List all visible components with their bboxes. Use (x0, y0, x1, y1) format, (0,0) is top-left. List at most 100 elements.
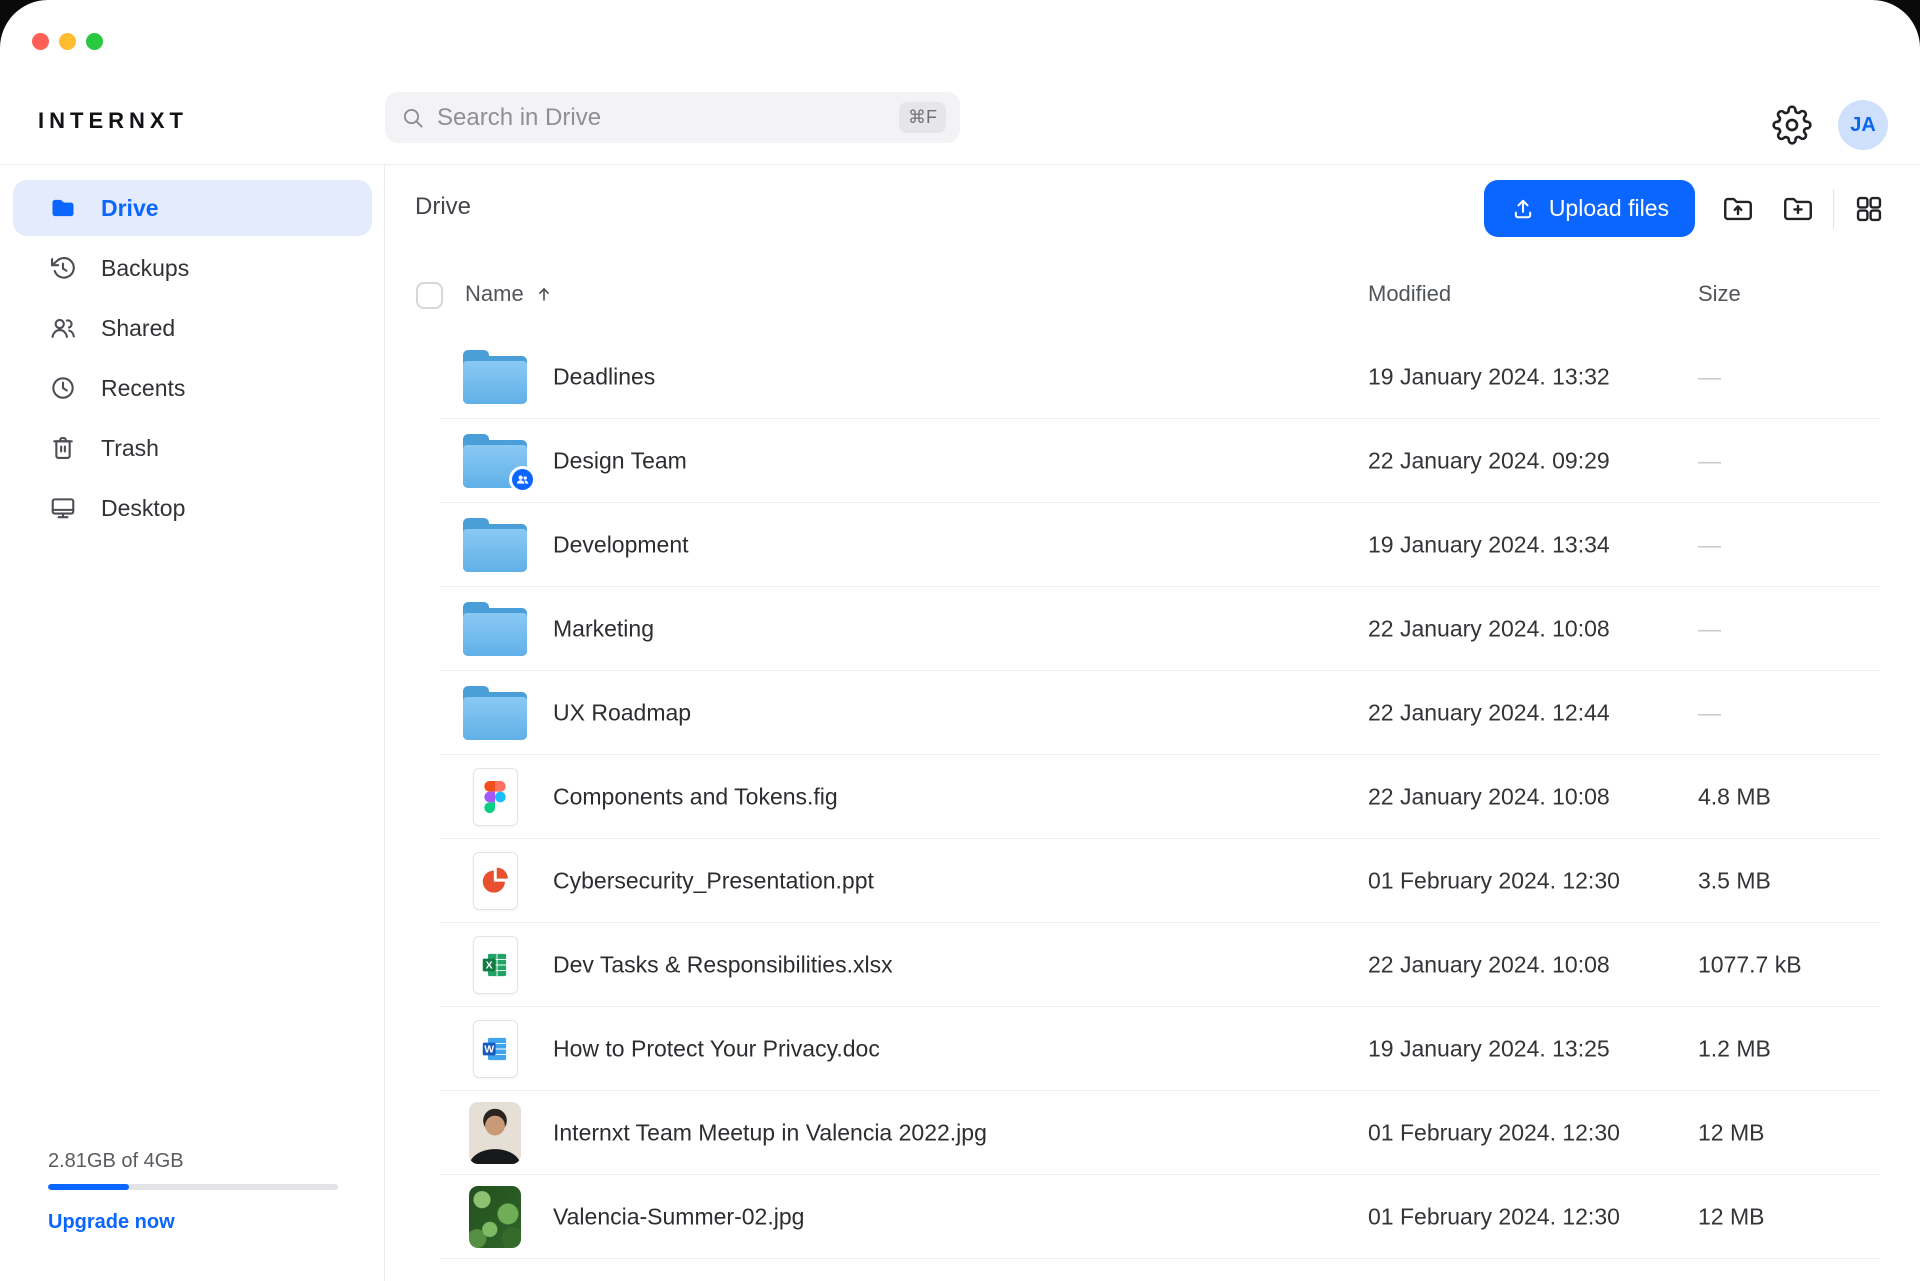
upload-folder-button[interactable] (1721, 192, 1755, 226)
row-modified: 22 January 2024. 09:29 (1368, 447, 1610, 474)
photo-thumbnail-portrait (450, 1091, 540, 1175)
clock-icon (49, 374, 77, 402)
row-size: 1077.7 kB (1698, 951, 1802, 978)
drive-folder-icon (49, 194, 77, 222)
shared-badge-icon (509, 466, 536, 493)
column-header-name[interactable]: Name (465, 281, 554, 307)
search-input[interactable] (437, 104, 899, 132)
sidebar-item-label: Recents (101, 375, 185, 402)
folder-icon (450, 503, 540, 587)
table-row[interactable]: Components and Tokens.fig 22 January 202… (440, 755, 1880, 839)
column-header-size[interactable]: Size (1698, 281, 1741, 307)
storage-usage-label: 2.81GB of 4GB (48, 1150, 338, 1173)
people-icon (49, 314, 77, 342)
select-all-checkbox[interactable] (416, 282, 443, 309)
svg-text:W: W (484, 1044, 494, 1056)
row-name: Design Team (553, 447, 687, 474)
table-row[interactable]: UX Roadmap 22 January 2024. 12:44 — (440, 671, 1880, 755)
column-header-modified[interactable]: Modified (1368, 281, 1451, 307)
row-size: 1.2 MB (1698, 1035, 1771, 1062)
user-avatar[interactable]: JA (1838, 100, 1888, 150)
sort-ascending-icon (534, 284, 554, 304)
row-size: — (1698, 615, 1721, 642)
storage-progress-fill (48, 1184, 129, 1190)
sidebar-item-drive[interactable]: Drive (13, 180, 372, 236)
desktop-icon (49, 494, 77, 522)
presentation-file-icon (450, 839, 540, 923)
table-row[interactable]: X Dev Tasks & Responsibilities.xlsx 22 J… (440, 923, 1880, 1007)
row-size: — (1698, 699, 1721, 726)
excel-file-icon: X (450, 923, 540, 1007)
search-shortcut-badge: ⌘F (899, 102, 946, 133)
row-modified: 19 January 2024. 13:32 (1368, 363, 1610, 390)
new-folder-button[interactable] (1781, 192, 1815, 226)
window-controls (32, 33, 103, 50)
row-name: Valencia-Summer-02.jpg (553, 1203, 804, 1230)
row-name: Components and Tokens.fig (553, 783, 838, 810)
row-size: 3.5 MB (1698, 867, 1771, 894)
row-name: Deadlines (553, 363, 655, 390)
sidebar-item-backups[interactable]: Backups (13, 240, 372, 296)
table-row[interactable]: Deadlines 19 January 2024. 13:32 — (440, 335, 1880, 419)
row-name: Cybersecurity_Presentation.ppt (553, 867, 874, 894)
upload-files-button[interactable]: Upload files (1484, 180, 1695, 237)
row-size: — (1698, 363, 1721, 390)
trash-icon (49, 434, 77, 462)
sidebar-item-label: Trash (101, 435, 159, 462)
row-size: — (1698, 531, 1721, 558)
folder-upload-icon (1721, 192, 1755, 226)
sidebar-item-label: Drive (101, 195, 159, 222)
storage-widget: 2.81GB of 4GB Upgrade now (48, 1150, 338, 1234)
upgrade-now-link[interactable]: Upgrade now (48, 1211, 338, 1234)
row-modified: 22 January 2024. 12:44 (1368, 699, 1610, 726)
row-name: UX Roadmap (553, 699, 691, 726)
table-row[interactable]: Design Team 22 January 2024. 09:29 — (440, 419, 1880, 503)
table-row[interactable]: Cybersecurity_Presentation.ppt 01 Februa… (440, 839, 1880, 923)
search-bar[interactable]: ⌘F (385, 92, 960, 143)
row-modified: 19 January 2024. 13:25 (1368, 1035, 1610, 1062)
photo-thumbnail-leaves (450, 1175, 540, 1259)
folder-icon (450, 671, 540, 755)
close-window-button[interactable] (32, 33, 49, 50)
sidebar-item-trash[interactable]: Trash (13, 420, 372, 476)
minimize-window-button[interactable] (59, 33, 76, 50)
gear-icon (1772, 105, 1812, 145)
sidebar: Drive Backups (0, 165, 385, 1281)
table-header: Name Modified Size (386, 273, 1920, 319)
zoom-window-button[interactable] (86, 33, 103, 50)
figma-file-icon (450, 755, 540, 839)
column-name-label: Name (465, 281, 524, 307)
sidebar-item-shared[interactable]: Shared (13, 300, 372, 356)
internxt-logo: INTERNXT (38, 108, 188, 134)
table-row[interactable]: Development 19 January 2024. 13:34 — (440, 503, 1880, 587)
sidebar-item-desktop[interactable]: Desktop (13, 480, 372, 536)
word-file-icon: W (450, 1007, 540, 1091)
folder-icon (450, 587, 540, 671)
upload-icon (1510, 196, 1536, 222)
settings-button[interactable] (1772, 105, 1812, 145)
table-row[interactable]: W How to Protect Your Privacy.doc 19 Jan… (440, 1007, 1880, 1091)
app-window: INTERNXT ⌘F JA Drive (0, 0, 1920, 1281)
page-title: Drive (415, 193, 471, 221)
sidebar-item-label: Desktop (101, 495, 185, 522)
table-row[interactable]: Internxt Team Meetup in Valencia 2022.jp… (440, 1091, 1880, 1175)
row-modified: 19 January 2024. 13:34 (1368, 531, 1610, 558)
row-modified: 01 February 2024. 12:30 (1368, 1203, 1620, 1230)
toolbar-divider (1833, 189, 1834, 229)
sidebar-item-recents[interactable]: Recents (13, 360, 372, 416)
svg-text:X: X (486, 960, 493, 972)
folder-plus-icon (1781, 192, 1815, 226)
upload-files-label: Upload files (1549, 195, 1669, 222)
grid-view-button[interactable] (1852, 192, 1886, 226)
row-name: Development (553, 531, 689, 558)
folder-icon (450, 335, 540, 419)
row-name: Dev Tasks & Responsibilities.xlsx (553, 951, 893, 978)
row-name: Marketing (553, 615, 654, 642)
sidebar-item-label: Shared (101, 315, 175, 342)
main-content: Drive Upload files (386, 165, 1920, 1281)
row-modified: 01 February 2024. 12:30 (1368, 867, 1620, 894)
history-icon (49, 254, 77, 282)
table-row[interactable]: Valencia-Summer-02.jpg 01 February 2024.… (440, 1175, 1880, 1259)
shared-folder-icon (450, 419, 540, 503)
table-row[interactable]: Marketing 22 January 2024. 10:08 — (440, 587, 1880, 671)
